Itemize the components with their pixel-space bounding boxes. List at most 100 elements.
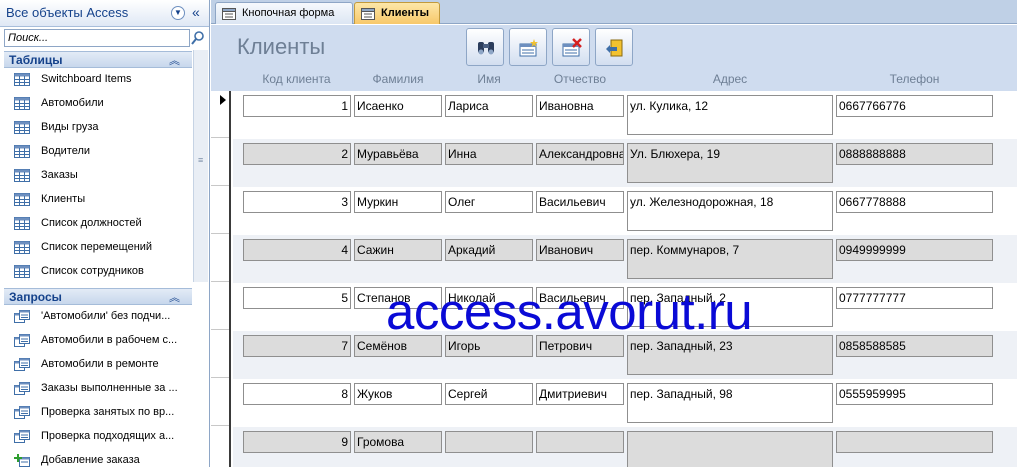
nav-item[interactable]: Виды груза bbox=[4, 116, 192, 140]
client-id-field[interactable]: 3 bbox=[243, 191, 351, 213]
chevron-down-icon[interactable]: ▼ bbox=[171, 6, 185, 20]
current-record-arrow-icon bbox=[220, 95, 226, 105]
record-selector[interactable] bbox=[211, 379, 229, 426]
phone-field[interactable]: 0949999999 bbox=[836, 239, 993, 261]
record-row: 4 Сажин Аркадий Иванович пер. Коммунаров, 70… bbox=[233, 235, 1017, 283]
first-name-field[interactable]: Лариса bbox=[445, 95, 533, 117]
watermark: access.avorut.ru bbox=[386, 283, 753, 340]
query-icon bbox=[14, 334, 30, 347]
nav-item[interactable]: Список перемещений bbox=[4, 236, 192, 260]
clients-form: Клиенты Код клиента Фамилия Имя Отчество… bbox=[211, 25, 1017, 467]
nav-item-label: Проверка подходящих а... bbox=[41, 430, 175, 442]
record-selector[interactable] bbox=[211, 331, 229, 378]
nav-item[interactable]: Заказы bbox=[4, 164, 192, 188]
nav-item[interactable]: Клиенты bbox=[4, 188, 192, 212]
query-icon bbox=[14, 310, 30, 323]
first-name-field[interactable]: Инна bbox=[445, 143, 533, 165]
address-field[interactable]: ул. Кулика, 12 bbox=[627, 95, 833, 135]
scroll-grip-icon[interactable]: ≡ bbox=[198, 156, 203, 165]
nav-item[interactable]: Список сотрудников bbox=[4, 260, 192, 284]
tab-switchboard-form[interactable]: Кнопочная форма bbox=[215, 2, 353, 24]
column-header-phone: Телефон bbox=[889, 72, 940, 86]
table-icon bbox=[14, 241, 30, 254]
first-name-field[interactable]: Аркадий bbox=[445, 239, 533, 261]
address-field[interactable]: ул. Железнодорожная, 18 bbox=[627, 191, 833, 231]
middle-name-field[interactable]: Иванович bbox=[536, 239, 624, 261]
tab-clients[interactable]: Клиенты bbox=[354, 2, 440, 24]
record-selector[interactable] bbox=[211, 427, 229, 467]
nav-item[interactable]: Автомобили в ремонте bbox=[4, 353, 192, 377]
client-id-field[interactable]: 7 bbox=[243, 335, 351, 357]
middle-name-field[interactable]: Дмитриевич bbox=[536, 383, 624, 405]
client-id-field[interactable]: 1 bbox=[243, 95, 351, 117]
column-header-first-name: Имя bbox=[477, 72, 501, 86]
last-name-field[interactable]: Муркин bbox=[354, 191, 442, 213]
record-selector[interactable] bbox=[211, 235, 229, 282]
nav-item[interactable]: Список должностей bbox=[4, 212, 192, 236]
client-id-field[interactable]: 4 bbox=[243, 239, 351, 261]
address-field[interactable] bbox=[627, 431, 833, 467]
first-name-field[interactable]: Олег bbox=[445, 191, 533, 213]
collapse-group-icon[interactable]: ︽ bbox=[169, 289, 180, 305]
address-field[interactable]: пер. Западный, 98 bbox=[627, 383, 833, 423]
phone-field[interactable] bbox=[836, 431, 993, 453]
nav-header[interactable]: Все объекты Access ▼ « bbox=[0, 0, 209, 27]
form-title: Клиенты bbox=[237, 34, 326, 59]
first-name-field[interactable]: Сергей bbox=[445, 383, 533, 405]
phone-field[interactable]: 0858588585 bbox=[836, 335, 993, 357]
last-name-field[interactable]: Исаенко bbox=[354, 95, 442, 117]
nav-scrollbar[interactable]: ≡ bbox=[193, 50, 208, 282]
phone-field[interactable]: 0888888888 bbox=[836, 143, 993, 165]
phone-field[interactable]: 0667766776 bbox=[836, 95, 993, 117]
search-input[interactable] bbox=[4, 29, 190, 47]
nav-group-label: Таблицы bbox=[9, 53, 63, 67]
record-selector[interactable] bbox=[211, 187, 229, 234]
client-id-field[interactable]: 9 bbox=[243, 431, 351, 453]
last-name-field[interactable]: Жуков bbox=[354, 383, 442, 405]
middle-name-field[interactable]: Ивановна bbox=[536, 95, 624, 117]
phone-field[interactable]: 0667778888 bbox=[836, 191, 993, 213]
record-row: 2 Муравьёва Инна Александровна Ул. Блюхера, … bbox=[233, 139, 1017, 187]
new-record-icon bbox=[519, 39, 538, 57]
client-id-field[interactable]: 2 bbox=[243, 143, 351, 165]
close-form-button[interactable] bbox=[595, 28, 633, 66]
record-selector[interactable] bbox=[211, 283, 229, 330]
address-field[interactable]: Ул. Блюхера, 19 bbox=[627, 143, 833, 183]
first-name-field[interactable] bbox=[445, 431, 533, 453]
client-id-field[interactable]: 8 bbox=[243, 383, 351, 405]
document-tabs: Кнопочная форма Клиенты bbox=[211, 0, 1017, 24]
nav-item[interactable]: Автомобили в рабочем с... bbox=[4, 329, 192, 353]
last-name-field[interactable]: Муравьёва bbox=[354, 143, 442, 165]
nav-item[interactable]: Проверка подходящих а... bbox=[4, 425, 192, 449]
phone-field[interactable]: 0555959995 bbox=[836, 383, 993, 405]
nav-group-header[interactable]: Запросы ︽ bbox=[4, 288, 192, 305]
middle-name-field[interactable]: Александровна bbox=[536, 143, 624, 165]
nav-group-header[interactable]: Таблицы ︽ bbox=[4, 51, 192, 68]
nav-item[interactable]: Водители bbox=[4, 140, 192, 164]
nav-item[interactable]: Switchboard Items bbox=[4, 68, 192, 92]
middle-name-field[interactable] bbox=[536, 431, 624, 453]
nav-item[interactable]: Заказы выполненные за ... bbox=[4, 377, 192, 401]
record-selector[interactable] bbox=[211, 139, 229, 186]
last-name-field[interactable]: Сажин bbox=[354, 239, 442, 261]
collapse-pane-icon[interactable]: « bbox=[192, 4, 200, 20]
delete-record-button[interactable] bbox=[552, 28, 590, 66]
find-button[interactable] bbox=[466, 28, 504, 66]
nav-title[interactable]: Все объекты Access bbox=[6, 5, 128, 20]
phone-field[interactable]: 0777777777 bbox=[836, 287, 993, 309]
search-icon[interactable] bbox=[190, 29, 206, 47]
table-icon bbox=[14, 193, 30, 206]
collapse-group-icon[interactable]: ︽ bbox=[169, 52, 180, 68]
record-selector-column[interactable] bbox=[211, 91, 231, 467]
nav-item[interactable]: Автомобили bbox=[4, 92, 192, 116]
nav-item[interactable]: Проверка занятых по вр... bbox=[4, 401, 192, 425]
nav-item[interactable]: Добавление заказа bbox=[4, 449, 192, 467]
last-name-field[interactable]: Громова bbox=[354, 431, 442, 453]
address-field[interactable]: пер. Западный, 23 bbox=[627, 335, 833, 375]
address-field[interactable]: пер. Коммунаров, 7 bbox=[627, 239, 833, 279]
nav-item[interactable]: 'Автомобили' без подчи... bbox=[4, 305, 192, 329]
middle-name-field[interactable]: Васильевич bbox=[536, 191, 624, 213]
nav-item-label: Водители bbox=[41, 145, 91, 157]
new-record-button[interactable] bbox=[509, 28, 547, 66]
client-id-field[interactable]: 5 bbox=[243, 287, 351, 309]
